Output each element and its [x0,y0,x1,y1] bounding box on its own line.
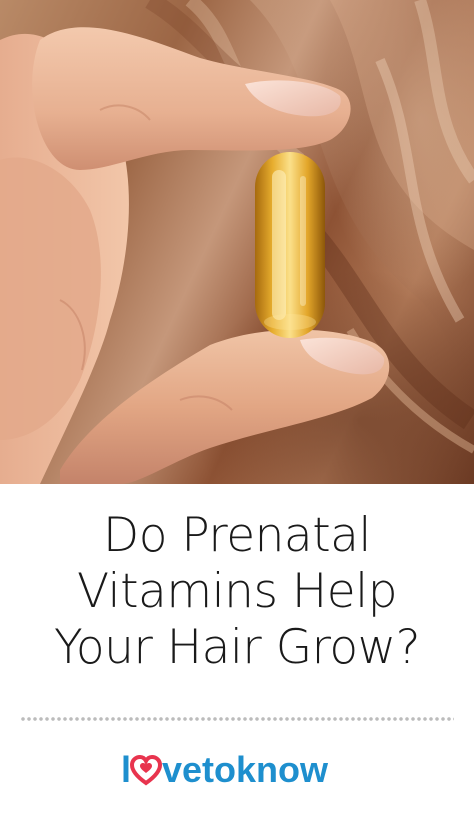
logo-letter-l: l [121,749,131,790]
heart-icon [129,754,163,786]
dotted-divider [20,716,454,722]
softgel-capsule [255,152,325,338]
title-line-2: Vitamins Help [76,564,398,619]
title-line-3: Your Hair Grow? [53,620,421,675]
hero-photo [0,0,474,484]
article-title: Do Prenatal Vitamins Help Your Hair Grow… [0,508,474,676]
logo-text-vetoknow: vetoknow [162,749,329,790]
lovetoknow-logo: l vetoknow [121,749,329,790]
title-line-1: Do Prenatal [103,508,372,563]
photo-illustration [0,0,474,484]
brand-logo: l vetoknow [0,744,474,794]
